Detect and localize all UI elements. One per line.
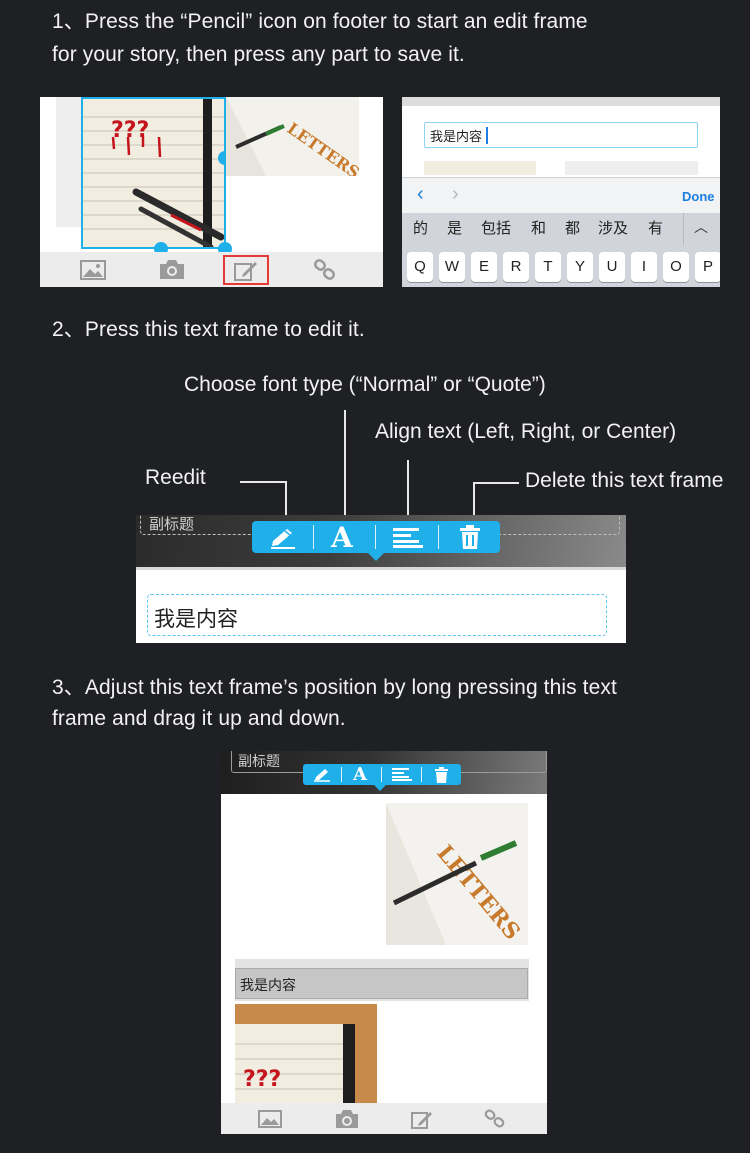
trash-icon[interactable]	[434, 767, 449, 783]
svg-text:???: ???	[243, 1067, 281, 1092]
link-icon[interactable]	[313, 258, 337, 282]
screen2-keyboard: 我是内容 ‹ › Done 的 是 包括 和 都 涉及 有 ︿ Q W E R …	[402, 97, 720, 287]
key-p[interactable]: P	[695, 252, 720, 282]
annotation-align: Align text (Left, Right, or Center)	[375, 420, 677, 443]
leader-line-font	[344, 410, 346, 524]
candidate[interactable]: 有	[648, 213, 663, 243]
candidate[interactable]: 的	[413, 213, 428, 243]
candidate[interactable]: 包括	[481, 213, 511, 243]
selected-image[interactable]: ???	[81, 97, 226, 249]
editor-demo: 副标题 我是内容 A	[136, 515, 626, 643]
keyboard-row: Q W E R T Y U I O P	[402, 245, 720, 287]
done-button[interactable]: Done	[682, 189, 715, 204]
content-text: 我是内容	[154, 607, 238, 631]
font-type-icon[interactable]: A	[353, 764, 367, 785]
image-icon[interactable]	[258, 1110, 282, 1128]
key-e[interactable]: E	[471, 252, 497, 282]
leader-line-delete-h	[473, 482, 519, 484]
candidate[interactable]: 是	[447, 213, 462, 243]
selection-border	[81, 97, 226, 249]
trash-icon[interactable]	[458, 525, 482, 550]
candidate[interactable]: 涉及	[598, 213, 628, 243]
screen3-editor: 副标题 A LETTERS 我是内容 ???	[221, 751, 547, 1134]
keyboard-nav-bar: ‹ › Done	[402, 177, 720, 213]
pencil-icon[interactable]	[411, 1109, 433, 1129]
photo-thumb-left	[424, 161, 536, 175]
content-text-frame[interactable]: 我是内容	[235, 968, 528, 999]
screen1-editor: ??? LETTERS	[40, 97, 383, 287]
key-t[interactable]: T	[535, 252, 561, 282]
subtitle-text: 副标题	[149, 515, 195, 533]
letters-photo: LETTERS	[386, 803, 528, 945]
key-w[interactable]: W	[439, 252, 465, 282]
prev-field-icon[interactable]: ‹	[417, 183, 424, 206]
key-u[interactable]: U	[599, 252, 625, 282]
camera-icon[interactable]	[334, 1108, 360, 1129]
step2-text: 2、Press this text frame to edit it.	[52, 318, 365, 341]
text-caret	[486, 127, 488, 144]
margin-strip	[56, 97, 81, 227]
next-field-icon[interactable]: ›	[452, 183, 459, 206]
key-i[interactable]: I	[631, 252, 657, 282]
text-toolbar: A	[303, 764, 461, 785]
letters-photo: LETTERS	[226, 97, 359, 176]
key-y[interactable]: Y	[567, 252, 593, 282]
image-icon[interactable]	[80, 260, 106, 280]
link-icon[interactable]	[484, 1108, 506, 1130]
subtitle-text: 副标题	[238, 754, 280, 770]
step1-line2: for your story, then press any part to s…	[52, 43, 465, 66]
notebook-photo: ???	[235, 1004, 377, 1104]
text-toolbar: A	[252, 521, 500, 554]
font-type-icon[interactable]: A	[331, 522, 353, 554]
annotation-font-type: Choose font type (“Normal” or “Quote”)	[184, 373, 546, 396]
pencil-icon[interactable]	[269, 527, 297, 549]
candidate[interactable]: 和	[531, 213, 546, 243]
annotation-delete: Delete this text frame	[525, 469, 724, 492]
annotation-reedit: Reedit	[145, 466, 206, 489]
candidate-bar: 的 是 包括 和 都 涉及 有 ︿	[402, 213, 720, 245]
editor-footer	[40, 252, 383, 287]
top-bar	[402, 97, 720, 106]
candidate[interactable]: 都	[565, 213, 580, 243]
leader-line-reedit-h	[240, 481, 287, 483]
editor-footer	[221, 1103, 547, 1134]
pencil-icon[interactable]	[313, 768, 331, 782]
content-input-value: 我是内容	[430, 130, 483, 145]
pencil-icon[interactable]	[234, 259, 258, 281]
key-q[interactable]: Q	[407, 252, 433, 282]
content-input[interactable]: 我是内容	[424, 122, 698, 148]
step1-line1: 1、Press the “Pencil” icon on footer to s…	[52, 10, 588, 33]
key-r[interactable]: R	[503, 252, 529, 282]
content-text-frame[interactable]: 我是内容	[147, 594, 607, 636]
align-left-icon[interactable]	[392, 768, 412, 781]
key-o[interactable]: O	[663, 252, 689, 282]
expand-candidates-icon[interactable]: ︿	[694, 217, 708, 237]
camera-icon[interactable]	[158, 258, 186, 280]
step3-line1: 3、Adjust this text frame’s position by l…	[52, 676, 617, 699]
content-text: 我是内容	[240, 978, 296, 994]
step3-line2: frame and drag it up and down.	[52, 707, 346, 730]
photo-thumb-right	[565, 161, 698, 175]
align-left-icon[interactable]	[393, 528, 423, 548]
